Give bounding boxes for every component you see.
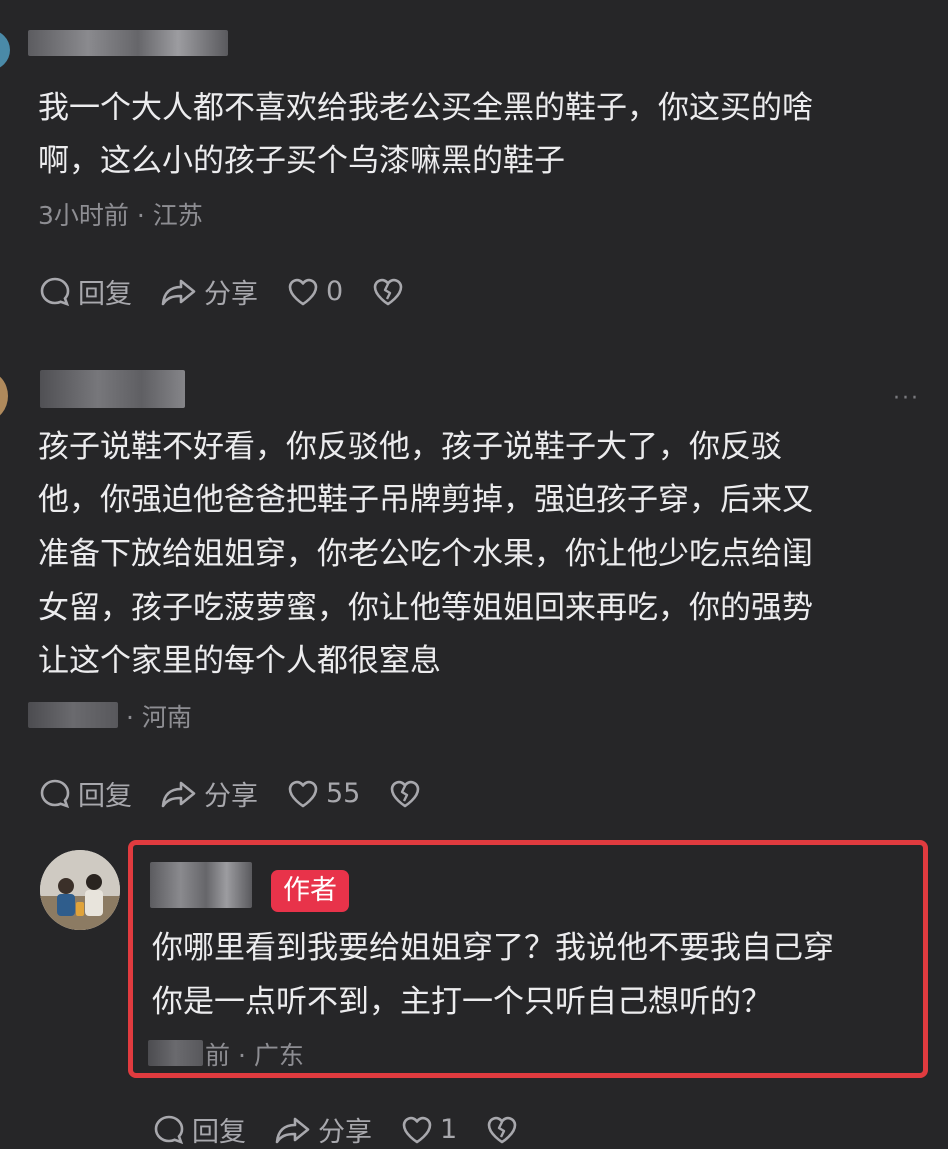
- share-button[interactable]: 分享: [160, 272, 258, 311]
- comment-text-line: 他，你强迫他爸爸把鞋子吊牌剪掉，强迫孩子穿，后来又: [38, 482, 813, 518]
- avatar[interactable]: [0, 372, 8, 420]
- comment-text-line: 女留，孩子吃菠萝蜜，你让他等姐姐回来再吃，你的强势: [38, 590, 813, 626]
- highlight-box: [128, 840, 928, 1078]
- avatar[interactable]: [0, 30, 10, 70]
- dislike-button[interactable]: [371, 275, 405, 309]
- timestamp-blurred: [28, 702, 118, 728]
- comment-text-line: 我一个大人都不喜欢给我老公买全黑的鞋子，你这买的啥: [38, 90, 813, 126]
- broken-heart-icon: [391, 780, 420, 807]
- author-avatar[interactable]: [40, 850, 120, 930]
- comment-meta: · 河南: [126, 703, 192, 732]
- heart-icon: [288, 278, 318, 305]
- like-count: 0: [326, 276, 344, 307]
- comment-text-line: 准备下放给姐姐穿，你老公吃个水果，你让他少吃点给闺: [38, 536, 813, 572]
- username-blurred[interactable]: [28, 30, 228, 56]
- heart-icon: [288, 780, 318, 807]
- comment-text-line: 啊，这么小的孩子买个乌漆嘛黑的鞋子: [38, 143, 565, 179]
- dislike-button[interactable]: [388, 777, 422, 811]
- more-options-icon[interactable]: ···: [893, 386, 920, 411]
- share-arrow-icon: [161, 279, 196, 305]
- reply-button[interactable]: 回复: [38, 774, 132, 813]
- comment-actions: 回复 分享 55: [38, 774, 422, 813]
- like-count: 55: [326, 778, 361, 809]
- comment-text-line: 孩子说鞋不好看，你反驳他，孩子说鞋子大了，你反驳: [38, 429, 782, 465]
- share-arrow-icon: [161, 781, 196, 807]
- like-button[interactable]: 0: [286, 275, 343, 309]
- comment-meta: 3小时前 · 江苏: [38, 201, 203, 230]
- comment-bubble-icon: [40, 779, 70, 808]
- username-blurred[interactable]: [40, 370, 185, 408]
- avatar-photo: [40, 850, 120, 930]
- comment-actions: 回复 分享 0: [38, 272, 405, 311]
- comment-text-line: 让这个家里的每个人都很窒息: [38, 643, 441, 679]
- broken-heart-icon: [373, 278, 403, 305]
- share-button[interactable]: 分享: [160, 774, 258, 813]
- reply-button[interactable]: 回复: [38, 272, 132, 311]
- comment-bubble-icon: [40, 277, 70, 306]
- like-button[interactable]: 55: [286, 777, 360, 811]
